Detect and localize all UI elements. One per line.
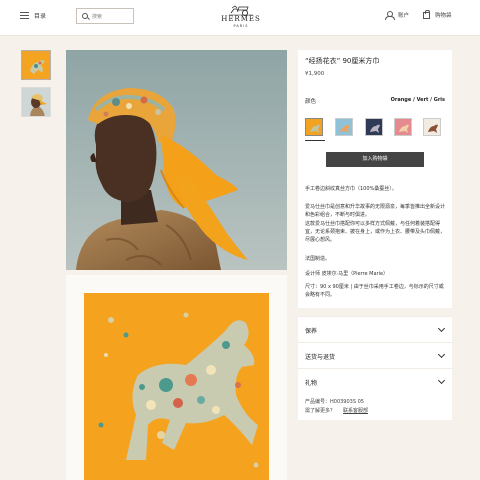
hamburger-icon [20,12,29,19]
description-styling: 这款爱马仕丝巾搭配你可以多样方式佩戴，与任何着装搭配得宜，无论系颈抱束、披在身上… [305,221,446,243]
cart-label: 购物袋 [435,13,452,19]
chevron-down-icon [437,350,446,359]
menu-button[interactable]: 目录 [20,11,46,20]
color-label: 颜色 [305,99,317,105]
brand-city: PARIS [233,24,249,28]
hermes-logo[interactable]: HERMES PARIS [218,4,264,32]
swatch-cream[interactable] [423,118,441,136]
add-to-cart-button[interactable]: 加入购物袋 [326,152,424,167]
accordion-care-label: 保养 [305,328,318,335]
search-placeholder: 搜索 [92,13,103,20]
shopping-bag-icon [423,9,430,19]
swatch-pink[interactable] [394,118,412,136]
thumbnail-scarf[interactable] [21,50,51,80]
model-wearing-scarf-image [66,50,287,270]
product-photo-model [66,50,287,270]
description-story: 爱马仕丝巾是创意和升华故事的无限源泉，每季皆推出全新设计和色彩组合，不断与时俱进… [305,204,446,218]
swatch-light-blue[interactable] [335,118,353,136]
swatch-orange[interactable] [305,118,323,136]
contact-customer-service-link[interactable]: 联系客服部 [343,407,368,414]
product-details-panel: “经扬花衣” 90厘米方巾 ¥1,900 颜色 Orange / Vert / … [298,50,452,308]
product-reference: 产品编号：H003903S 05 [305,399,364,405]
product-price: ¥1,900 [305,71,325,77]
chevron-down-icon [437,324,446,333]
chevron-down-icon [437,376,446,385]
scarf-thumbnail-image [22,51,50,79]
menu-label: 目录 [34,13,47,20]
product-photo-scarf [66,275,287,480]
description-material: 手工卷边斜纹真丝方巾（100%桑蚕丝）。 [305,186,397,192]
top-navigation-bar: 目录 搜索 HERMES PARIS 账户 购物袋 [0,0,480,36]
description-origin: 法国制造。 [305,256,331,262]
accordion-shipping[interactable]: 送货与退货 [298,342,452,368]
swatch-navy[interactable] [365,118,383,136]
product-title: “经扬花衣” 90厘米方巾 [305,57,380,65]
thumbnail-model[interactable] [21,87,51,117]
accordion-care[interactable]: 保养 [298,316,452,342]
help-prefix: 需了解更多？ [305,408,336,414]
search-icon [82,13,88,19]
account-label: 账户 [398,13,410,19]
color-value: Orange / Vert / Gris [390,97,445,103]
accordion-gift[interactable]: 礼物 产品编号：H003903S 05 需了解更多？ 联系客服部 [298,368,452,420]
description-size: 尺寸：90 x 90厘米 | 由于丝巾采用手工卷边，与标示的尺寸或会略有不同。 [305,284,444,298]
cart-link[interactable]: 购物袋 [423,9,452,19]
accordion-shipping-label: 送货与退货 [305,354,336,361]
brand-name: HERMES [221,15,261,23]
selected-swatch-indicator [305,140,325,141]
scarf-flat-image [66,275,287,480]
description-designer: 设计师 皮埃尔·马里（Pierre Marie） [305,271,389,277]
search-input[interactable]: 搜索 [76,8,134,24]
model-thumbnail-image [22,88,50,116]
account-link[interactable]: 账户 [385,11,410,20]
person-icon [385,11,395,20]
accordion-gift-label: 礼物 [305,380,318,387]
